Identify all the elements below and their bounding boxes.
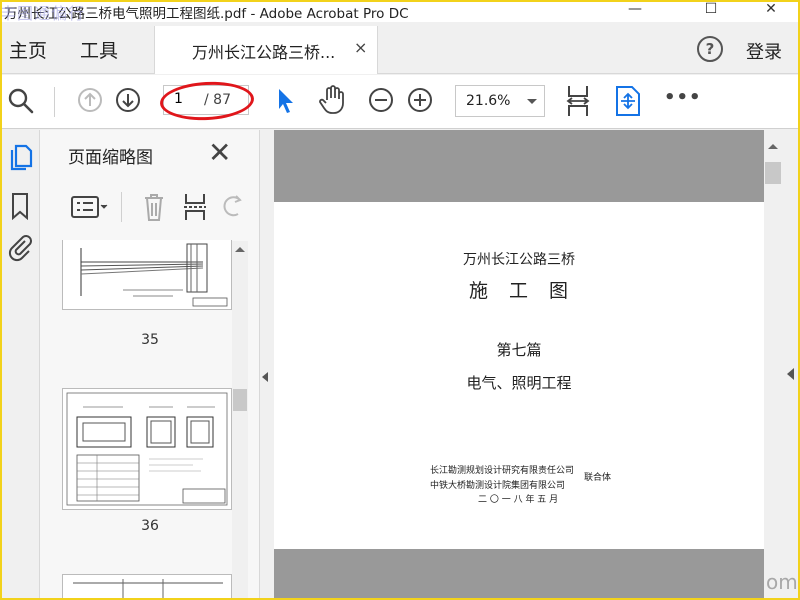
previous-page-icon[interactable] bbox=[77, 87, 103, 117]
minimize-button[interactable]: — bbox=[612, 0, 658, 22]
search-icon[interactable] bbox=[7, 87, 35, 119]
chapter-title: 第七篇 bbox=[496, 341, 542, 359]
tab-bar: 主页 工具 万州长江公路三桥... × ? 登录 bbox=[0, 22, 800, 74]
zoom-dropdown[interactable]: 21.6% bbox=[455, 85, 545, 117]
thumbnail-number: 36 bbox=[141, 518, 159, 534]
split-page-icon[interactable] bbox=[182, 192, 208, 226]
panel-title: 页面缩略图 bbox=[68, 148, 153, 168]
document-scrollbar[interactable] bbox=[764, 130, 782, 600]
thumbnail-number: 35 bbox=[141, 332, 159, 348]
tab-home[interactable]: 主页 bbox=[9, 36, 47, 63]
joint-venture-label: 联合体 bbox=[584, 473, 612, 483]
fit-width-icon[interactable] bbox=[565, 84, 591, 122]
close-tab-button[interactable]: × bbox=[354, 38, 367, 57]
next-page-icon[interactable] bbox=[115, 87, 141, 117]
select-cursor-icon[interactable] bbox=[276, 87, 296, 119]
collapse-left-panel-arrow[interactable] bbox=[262, 372, 268, 382]
tab-document[interactable]: 万州长江公路三桥... × bbox=[154, 26, 378, 74]
thumbnails-panel: 页面缩略图 ✕ 35 36 bbox=[40, 130, 260, 600]
expand-right-panel-arrow[interactable] bbox=[787, 368, 794, 380]
maximize-button[interactable]: ☐ bbox=[688, 0, 734, 22]
fit-page-icon[interactable] bbox=[614, 84, 642, 122]
issue-date: 二 〇 一 八 年 五 月 bbox=[478, 495, 559, 505]
document-type: 施 工 图 bbox=[468, 280, 569, 302]
page-thumbnails-icon[interactable] bbox=[8, 144, 34, 176]
scroll-up-arrow[interactable] bbox=[235, 247, 245, 252]
hand-tool-icon[interactable] bbox=[318, 84, 348, 120]
zoom-value: 21.6% bbox=[466, 93, 511, 109]
section-title: 电气、照明工程 bbox=[466, 374, 572, 392]
document-view[interactable]: 万州长江公路三桥 施 工 图 第七篇 电气、照明工程 长江勘测规划设计研究有限责… bbox=[274, 130, 764, 600]
company-2: 中铁大桥勘测设计院集团有限公司 bbox=[430, 481, 566, 491]
close-panel-button[interactable]: ✕ bbox=[208, 136, 231, 169]
thumbnail-options-icon[interactable] bbox=[70, 194, 110, 224]
corner-watermark: om bbox=[766, 570, 798, 594]
tab-tools[interactable]: 工具 bbox=[80, 36, 118, 63]
toolbar-divider bbox=[54, 87, 55, 117]
chevron-down-icon bbox=[527, 99, 537, 104]
toolbar: / 87 21.6% ••• bbox=[0, 75, 800, 129]
signin-link[interactable]: 登录 bbox=[746, 38, 782, 64]
company-1: 长江勘测规划设计研究有限责任公司 bbox=[430, 466, 575, 476]
panel-toolbar bbox=[40, 182, 260, 236]
scrollbar-thumb[interactable] bbox=[765, 162, 781, 184]
right-panel-edge bbox=[782, 130, 800, 600]
zoom-out-icon[interactable] bbox=[368, 87, 394, 117]
thumbnail-list: 35 36 bbox=[40, 240, 250, 600]
thumbnail-page-36[interactable] bbox=[62, 388, 232, 510]
watermark: 丰图通偏行 bbox=[0, 4, 86, 23]
scroll-up-arrow[interactable] bbox=[768, 144, 778, 149]
thumbnail-page-35[interactable] bbox=[62, 240, 232, 310]
thumbnail-scrollbar[interactable] bbox=[232, 241, 248, 600]
zoom-in-icon[interactable] bbox=[407, 87, 433, 117]
project-name: 万州长江公路三桥 bbox=[463, 252, 575, 268]
attachment-icon[interactable] bbox=[6, 232, 32, 266]
panel-divider bbox=[121, 192, 122, 222]
pdf-page: 万州长江公路三桥 施 工 图 第七篇 电气、照明工程 长江勘测规划设计研究有限责… bbox=[274, 202, 764, 549]
thumbnail-page-37[interactable] bbox=[62, 574, 232, 600]
delete-icon[interactable] bbox=[142, 192, 166, 226]
close-window-button[interactable]: ✕ bbox=[748, 0, 794, 22]
more-tools-button[interactable]: ••• bbox=[664, 87, 702, 108]
left-navigation-rail bbox=[0, 130, 40, 600]
help-button[interactable]: ? bbox=[697, 36, 723, 62]
scrollbar-thumb[interactable] bbox=[233, 389, 247, 411]
rotate-icon[interactable] bbox=[222, 194, 244, 224]
document-tab-label: 万州长江公路三桥... bbox=[192, 43, 336, 62]
title-bar: 万州长江公路三桥电气照明工程图纸.pdf - Adobe Acrobat Pro… bbox=[0, 0, 800, 23]
bookmark-icon[interactable] bbox=[10, 192, 30, 224]
